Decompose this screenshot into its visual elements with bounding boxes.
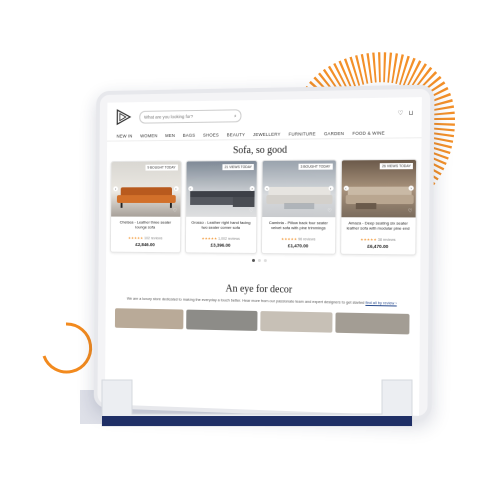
product-price: £6,470.00 — [367, 243, 389, 250]
star-icons: ★★★★★ — [127, 236, 144, 241]
product-photo[interactable]: 9 BOUGHT TODAY ‹ › ♡ — [111, 161, 181, 217]
nav-furniture[interactable]: FURNITURE — [289, 131, 316, 136]
decor-image[interactable] — [335, 312, 410, 335]
site-header: What are you looking for? ⌕ ♡ ⊔ — [107, 97, 422, 132]
orange-sofa-image — [116, 187, 176, 208]
product-card[interactable]: 26 VIEWS TODAY ‹ › ♡ Amaza - Deep seatin… — [339, 158, 418, 256]
prev-arrow-icon[interactable]: ‹ — [187, 186, 193, 192]
orange-circle-decoration — [42, 322, 93, 374]
product-photo[interactable]: 21 VIEWS TODAY ‹ › ♡ — [185, 161, 257, 217]
wishlist-heart-icon[interactable]: ♡ — [173, 208, 177, 214]
decor-link[interactable]: find all by review › — [365, 301, 396, 306]
product-carousel: 9 BOUGHT TODAY ‹ › ♡ Chelsea - Leather t… — [106, 158, 421, 256]
decor-image[interactable] — [114, 308, 184, 330]
heart-icon[interactable]: ♡ — [398, 109, 404, 116]
product-photo[interactable]: 3 BOUGHT TODAY ‹ › ♡ — [262, 160, 336, 218]
hero-title: Sofa, so good — [232, 144, 288, 157]
nav-women[interactable]: WOMEN — [140, 133, 157, 138]
next-arrow-icon[interactable]: › — [173, 186, 179, 192]
next-arrow-icon[interactable]: › — [408, 185, 414, 191]
star-icons: ★★★★★ — [201, 236, 218, 241]
product-badge: 9 BOUGHT TODAY — [145, 164, 178, 171]
star-icons: ★★★★★ — [280, 237, 298, 242]
product-title[interactable]: Amaza - Deep seating six seater leather … — [344, 220, 413, 236]
rating-stars: ★★★★★96 reviews — [265, 237, 332, 241]
rating-stars: ★★★★★38 reviews — [344, 238, 412, 243]
grey-corner-sofa-image — [189, 191, 255, 207]
decor-text: We are a luxury store dedicated to makin… — [126, 296, 365, 305]
rating-stars: ★★★★★1,002 reviews — [188, 237, 253, 241]
nav-shoes[interactable]: SHOES — [203, 132, 219, 137]
review-count: 102 reviews — [144, 236, 163, 241]
product-price: £2,846.00 — [135, 242, 155, 248]
product-title[interactable]: Chelsea - Leather three seater lounge so… — [114, 220, 177, 235]
decor-section-title: An eye for decor — [225, 283, 293, 296]
search-icon[interactable]: ⌕ — [234, 113, 237, 118]
review-count: 38 reviews — [377, 237, 396, 242]
carousel-dots — [106, 257, 420, 263]
search-input[interactable]: What are you looking for? ⌕ — [139, 108, 242, 124]
decor-image[interactable] — [259, 311, 333, 333]
next-arrow-icon[interactable]: › — [327, 185, 334, 191]
tablet-stand — [101, 379, 413, 427]
product-card[interactable]: 3 BOUGHT TODAY ‹ › ♡ Cambria - Pillow ba… — [260, 159, 337, 255]
product-badge: 26 VIEWS TODAY — [379, 162, 413, 170]
nav-bags[interactable]: BAGS — [183, 133, 196, 138]
nav-new-in[interactable]: NEW IN — [116, 134, 132, 139]
product-price: £1,470.00 — [287, 243, 309, 249]
rating-stars: ★★★★★102 reviews — [114, 236, 177, 240]
product-badge: 3 BOUGHT TODAY — [298, 163, 333, 170]
review-count: 96 reviews — [298, 237, 316, 242]
prev-arrow-icon[interactable]: ‹ — [113, 186, 118, 192]
wishlist-heart-icon[interactable]: ♡ — [327, 208, 332, 214]
search-placeholder: What are you looking for? — [144, 113, 194, 120]
nav-beauty[interactable]: BEAUTY — [227, 132, 245, 137]
carousel-dot[interactable] — [257, 258, 261, 263]
nav-garden[interactable]: GARDEN — [324, 131, 344, 136]
cart-icon[interactable]: ⊔ — [408, 109, 413, 116]
nav-jewellery[interactable]: JEWELLERY — [253, 132, 281, 137]
decor-image-strip — [106, 308, 420, 335]
product-card[interactable]: 21 VIEWS TODAY ‹ › ♡ Grosso - Leather ri… — [184, 160, 258, 254]
carousel-dot[interactable] — [251, 258, 255, 262]
leather-sofa-image — [345, 186, 414, 210]
wishlist-heart-icon[interactable]: ♡ — [408, 208, 413, 214]
web-page-screen: What are you looking for? ⌕ ♡ ⊔ NEW IN W… — [104, 97, 422, 416]
triangle-logo-icon[interactable] — [115, 108, 132, 126]
velvet-sofa-image — [266, 186, 333, 210]
product-card[interactable]: 9 BOUGHT TODAY ‹ › ♡ Chelsea - Leather t… — [109, 160, 182, 254]
product-photo[interactable]: 26 VIEWS TODAY ‹ › ♡ — [340, 159, 417, 218]
product-title[interactable]: Grosso - Leather right hand facing two s… — [188, 220, 253, 235]
prev-arrow-icon[interactable]: ‹ — [343, 185, 349, 191]
review-count: 1,002 reviews — [218, 236, 240, 241]
decor-description: We are a luxury store dedicated to makin… — [106, 296, 420, 306]
next-arrow-icon[interactable]: › — [249, 186, 255, 192]
prev-arrow-icon[interactable]: ‹ — [264, 185, 270, 191]
decor-image[interactable] — [186, 309, 258, 331]
wishlist-heart-icon[interactable]: ♡ — [249, 208, 253, 214]
product-title[interactable]: Cambria - Pillow back four seater velvet… — [265, 220, 332, 235]
nav-food-wine[interactable]: FOOD & WINE — [352, 130, 385, 135]
product-badge: 21 VIEWS TODAY — [222, 164, 254, 171]
star-icons: ★★★★★ — [360, 237, 377, 242]
carousel-dot[interactable] — [263, 259, 267, 263]
nav-men[interactable]: MEN — [165, 133, 175, 138]
product-price: £3,396.00 — [210, 242, 231, 248]
